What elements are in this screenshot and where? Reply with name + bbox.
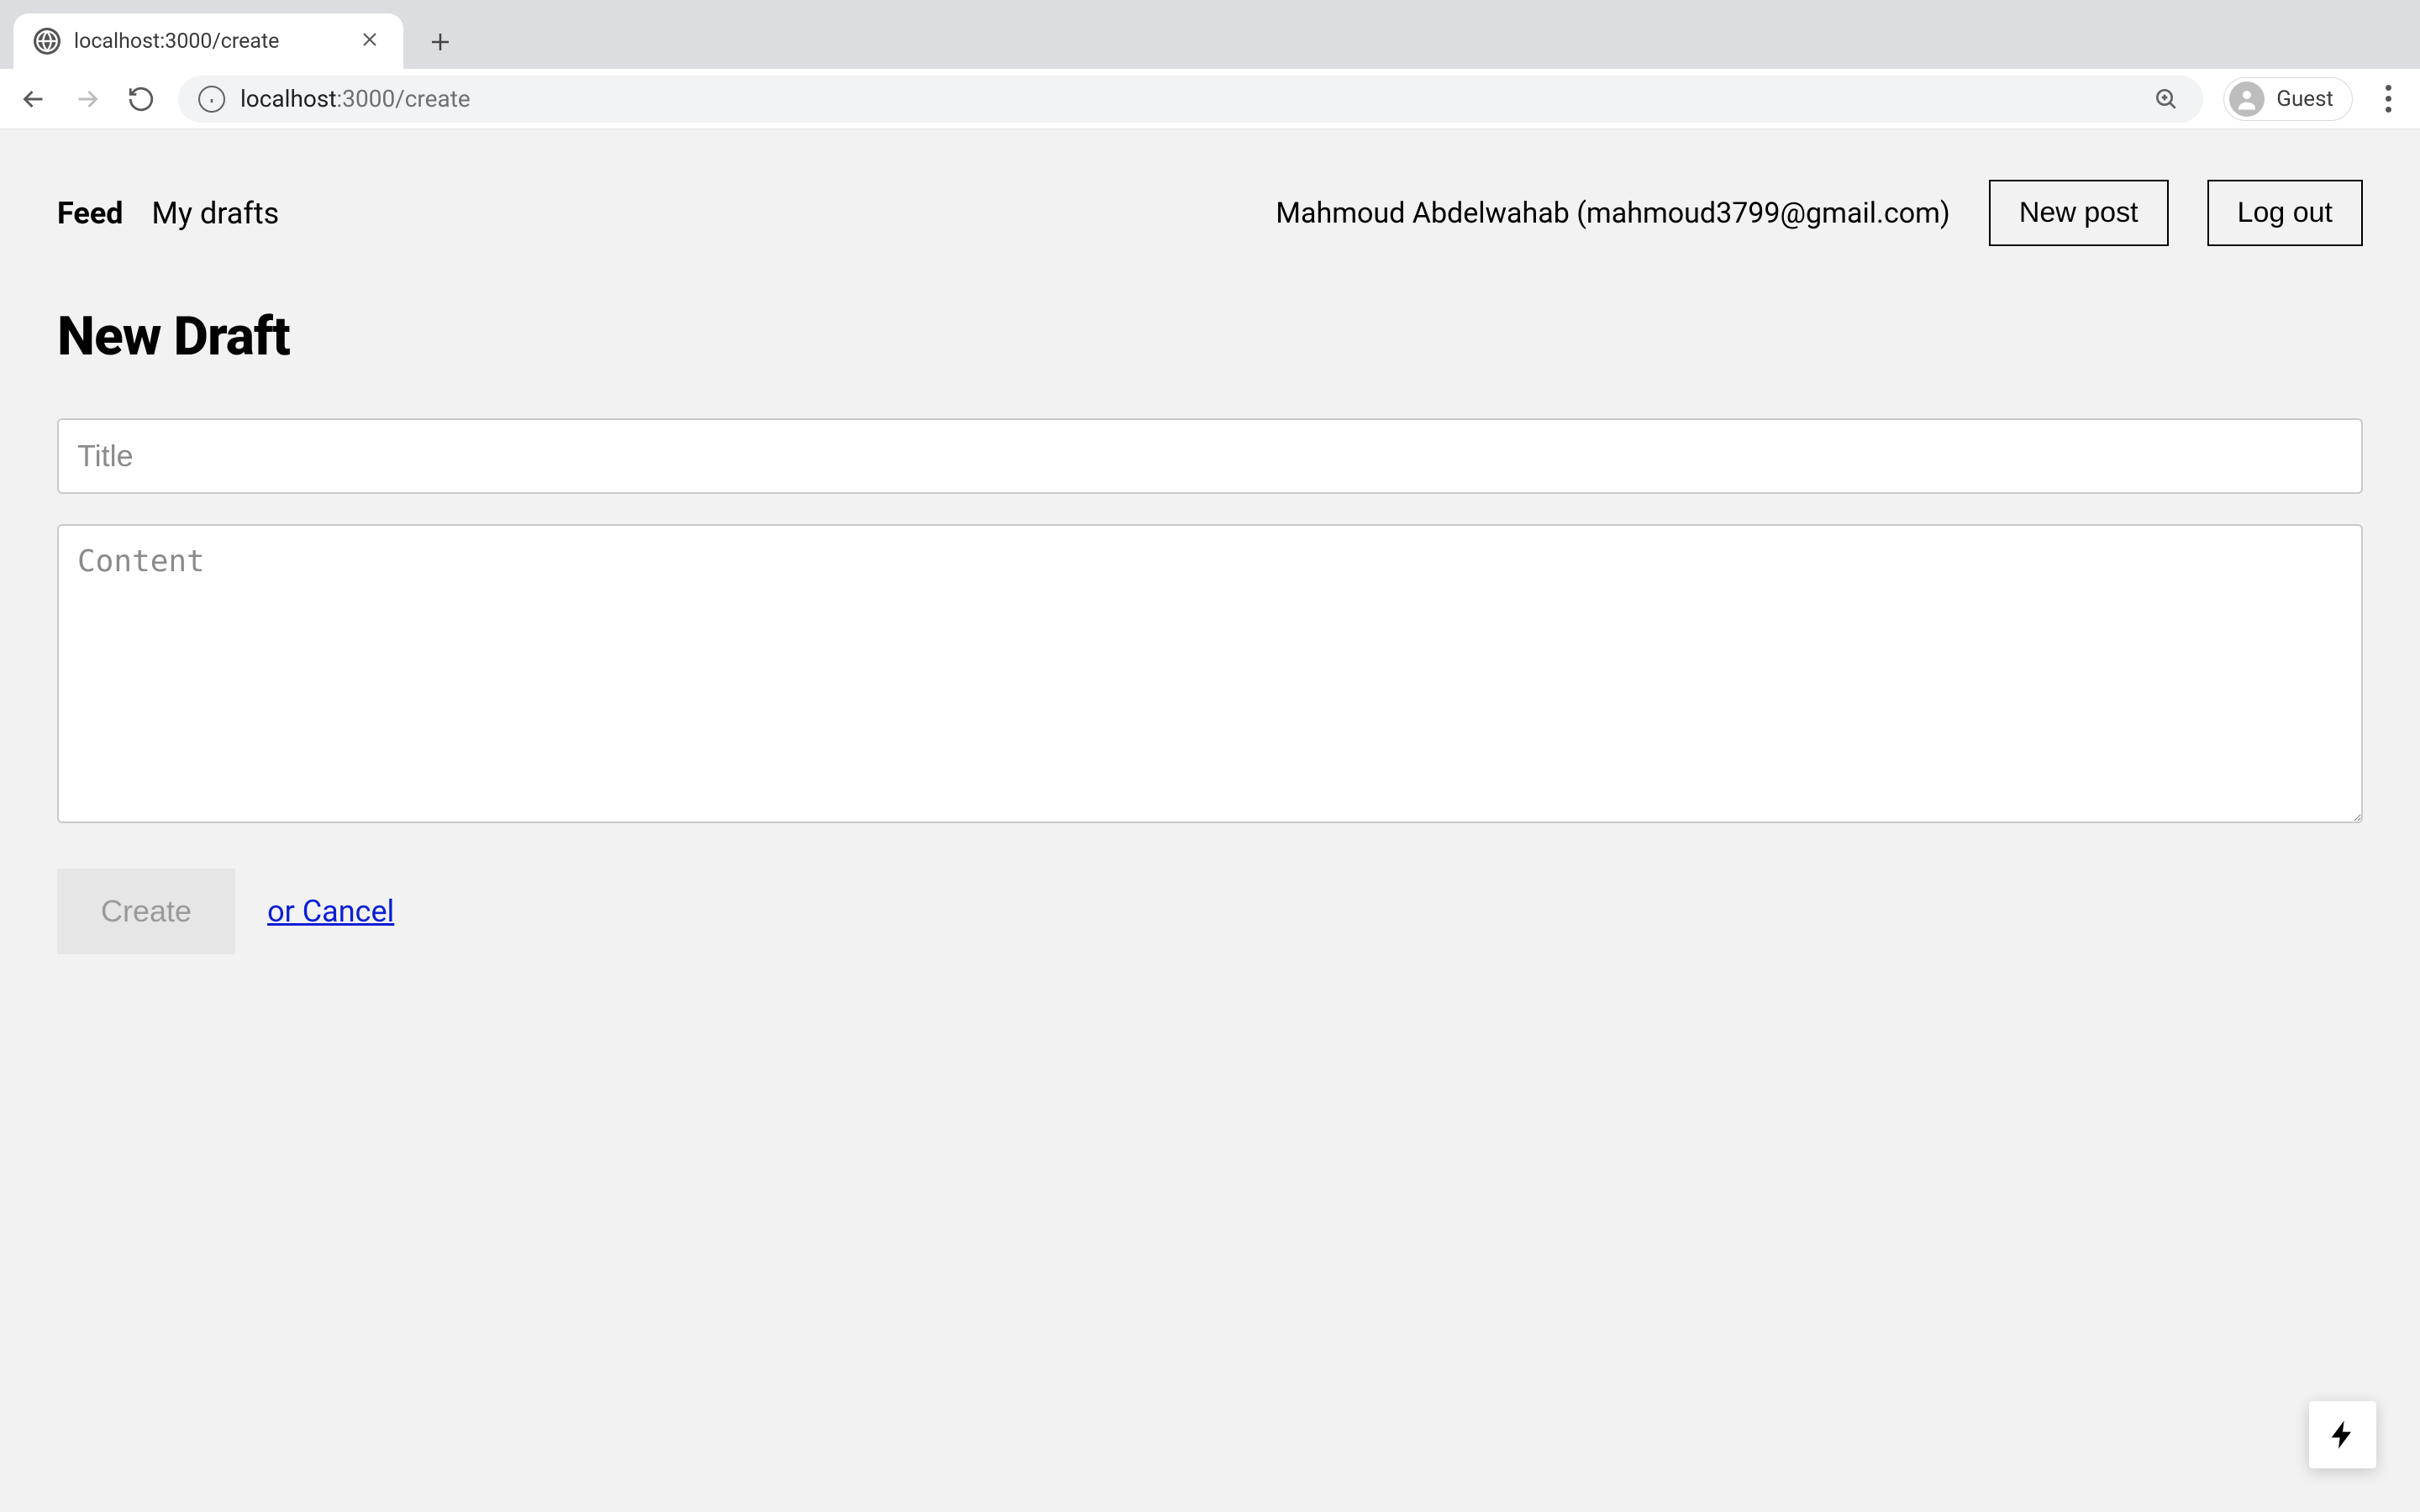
browser-tab-strip: localhost:3000/create bbox=[0, 0, 2420, 69]
page-root: Feed My drafts Mahmoud Abdelwahab (mahmo… bbox=[0, 129, 2420, 979]
back-button[interactable] bbox=[17, 82, 50, 116]
content-textarea[interactable] bbox=[57, 524, 2363, 823]
app-navbar: Feed My drafts Mahmoud Abdelwahab (mahmo… bbox=[0, 129, 2420, 280]
nav-my-drafts[interactable]: My drafts bbox=[152, 196, 280, 231]
new-post-button[interactable]: New post bbox=[1989, 180, 2169, 246]
zoom-icon[interactable] bbox=[2149, 82, 2183, 116]
close-tab-icon[interactable] bbox=[356, 24, 383, 59]
nav-feed[interactable]: Feed bbox=[57, 196, 124, 231]
dev-indicator-button[interactable] bbox=[2309, 1401, 2376, 1468]
cancel-link[interactable]: or Cancel bbox=[267, 894, 394, 929]
address-bar[interactable]: localhost:3000/create bbox=[178, 76, 2203, 123]
browser-menu-button[interactable] bbox=[2373, 85, 2403, 113]
user-info: Mahmoud Abdelwahab (mahmoud3799@gmail.co… bbox=[1276, 197, 1950, 230]
page-title: New Draft bbox=[57, 305, 2363, 368]
title-input[interactable] bbox=[57, 418, 2363, 494]
main-content: New Draft Create or Cancel bbox=[0, 280, 2420, 979]
forward-button[interactable] bbox=[71, 82, 104, 116]
browser-toolbar: localhost:3000/create Guest bbox=[0, 69, 2420, 129]
form-actions: Create or Cancel bbox=[57, 869, 2363, 954]
tab-title: localhost:3000/create bbox=[74, 29, 343, 54]
profile-label: Guest bbox=[2276, 87, 2333, 112]
profile-chip[interactable]: Guest bbox=[2223, 77, 2353, 121]
log-out-button[interactable]: Log out bbox=[2207, 180, 2363, 246]
avatar-icon bbox=[2229, 81, 2265, 117]
reload-button[interactable] bbox=[124, 82, 158, 116]
url-host: localhost:3000/create bbox=[240, 85, 471, 113]
new-tab-button[interactable] bbox=[417, 18, 464, 66]
site-info-icon[interactable] bbox=[198, 86, 225, 113]
browser-tab[interactable]: localhost:3000/create bbox=[13, 13, 403, 69]
globe-icon bbox=[34, 28, 60, 55]
create-button[interactable]: Create bbox=[57, 869, 235, 954]
